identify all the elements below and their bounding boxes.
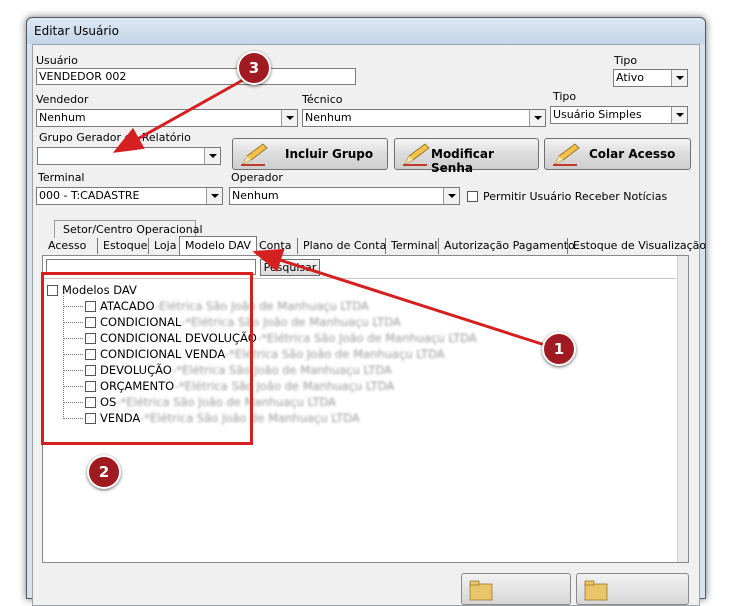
marker-1: 1 — [542, 332, 576, 366]
marker-2: 2 — [87, 455, 121, 489]
marker-3: 3 — [237, 51, 271, 85]
annotation-arrows — [112, 78, 546, 347]
arrow-3 — [112, 78, 244, 153]
arrow-1 — [252, 248, 546, 347]
